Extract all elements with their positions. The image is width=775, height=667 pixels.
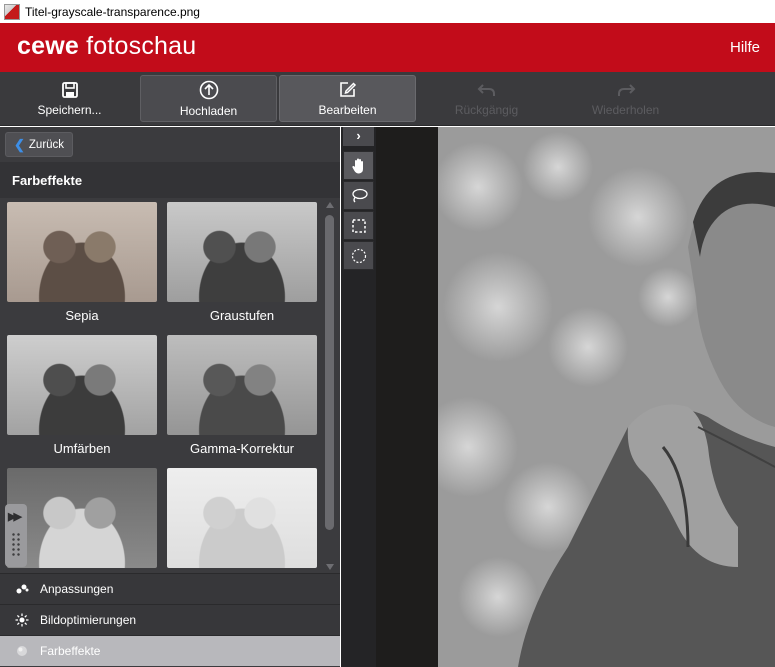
app-icon <box>4 3 20 20</box>
edited-photo[interactable] <box>438 127 775 667</box>
lasso-icon <box>351 188 368 202</box>
effect-label: Sepia <box>65 308 99 323</box>
accordion-label: Farbeffekte <box>40 644 101 658</box>
tool-palette: › <box>341 127 376 667</box>
undo-button[interactable]: Rückgängig <box>418 75 555 122</box>
section-title: Farbeffekte <box>12 173 83 188</box>
ellipse-select-icon <box>351 248 366 263</box>
section-header: Farbeffekte <box>0 162 340 198</box>
redo-label: Wiederholen <box>591 102 660 117</box>
effect-thumb-invert[interactable] <box>7 468 157 568</box>
hand-tool[interactable] <box>343 151 374 180</box>
edit-label: Bearbeiten <box>318 103 377 117</box>
accordion-item-optimizations[interactable]: Bildoptimierungen <box>0 604 340 635</box>
rectangle-select-icon <box>351 218 366 233</box>
lasso-tool[interactable] <box>343 181 374 210</box>
double-chevron-right-icon: ▶▶ <box>8 511 22 523</box>
upload-icon <box>199 80 218 99</box>
effect-thumb-recolor[interactable] <box>7 335 157 435</box>
effect-thumb-lighten[interactable] <box>167 468 317 568</box>
window-title: Titel-grayscale-transparence.png <box>25 4 200 19</box>
logo-light-text: fotoschau <box>78 32 197 60</box>
cewe-logo: cewe fotoschau <box>17 32 196 61</box>
effects-sidebar: ❮ Zurück Farbeffekte Sepia Graustufen Um… <box>0 127 340 667</box>
canvas-margin <box>376 127 438 667</box>
scroll-down-icon[interactable] <box>326 564 334 570</box>
edit-button[interactable]: Bearbeiten <box>279 75 416 122</box>
undo-icon <box>477 83 495 96</box>
panel-grip-handle[interactable]: ▶▶ <box>5 504 27 567</box>
effect-thumb-grayscale[interactable] <box>167 202 317 302</box>
ellipse-select-tool[interactable] <box>343 241 374 270</box>
chevron-right-icon: › <box>356 128 361 143</box>
expand-tools-button[interactable]: › <box>343 127 374 146</box>
effect-label: Gamma-Korrektur <box>189 441 295 456</box>
upload-label: Hochladen <box>179 103 238 118</box>
effects-grid: Sepia Graustufen Umfärben Gamma-Korrektu… <box>0 198 320 574</box>
back-label: Zurück <box>28 138 65 151</box>
help-link[interactable]: Hilfe <box>730 39 760 56</box>
color-effects-icon <box>17 646 27 656</box>
effect-thumb-sepia[interactable] <box>7 202 157 302</box>
window-titlebar: Titel-grayscale-transparence.png <box>0 0 775 23</box>
scroll-up-icon[interactable] <box>326 202 334 208</box>
photo-content <box>438 127 775 667</box>
rectangle-select-tool[interactable] <box>343 211 374 240</box>
effect-label: Graustufen <box>209 308 275 323</box>
accordion-label: Bildoptimierungen <box>40 613 137 627</box>
save-label: Speichern... <box>37 102 102 117</box>
chevron-left-icon: ❮ <box>14 136 25 152</box>
accordion-item-adjustments[interactable]: Anpassungen <box>0 573 340 604</box>
logo-bold-text: cewe <box>17 32 79 60</box>
save-icon <box>61 81 78 98</box>
effect-label: Umfärben <box>53 441 111 456</box>
category-accordion: Anpassungen Bildoptimierungen Farbeffekt… <box>0 573 340 666</box>
save-button[interactable]: Speichern... <box>1 75 138 122</box>
undo-label: Rückgängig <box>454 102 519 117</box>
effect-thumb-gamma[interactable] <box>167 335 317 435</box>
edit-icon <box>340 82 357 97</box>
brand-header: cewe fotoschau Hilfe <box>0 23 775 72</box>
redo-button[interactable]: Wiederholen <box>557 75 694 122</box>
adjustments-icon <box>16 584 29 594</box>
back-button[interactable]: ❮ Zurück <box>5 132 73 157</box>
accordion-label: Anpassungen <box>40 582 114 596</box>
effects-scrollbar[interactable] <box>322 200 336 572</box>
grip-dots-icon <box>11 532 21 558</box>
hand-icon <box>351 158 363 173</box>
upload-button[interactable]: Hochladen <box>140 75 277 122</box>
scrollbar-thumb[interactable] <box>325 215 334 530</box>
redo-icon <box>617 83 635 96</box>
sun-icon <box>15 613 29 627</box>
accordion-item-color-effects[interactable]: Farbeffekte <box>0 635 340 666</box>
main-toolbar: Speichern... Hochladen Bearbeiten Rückgä… <box>0 72 775 126</box>
